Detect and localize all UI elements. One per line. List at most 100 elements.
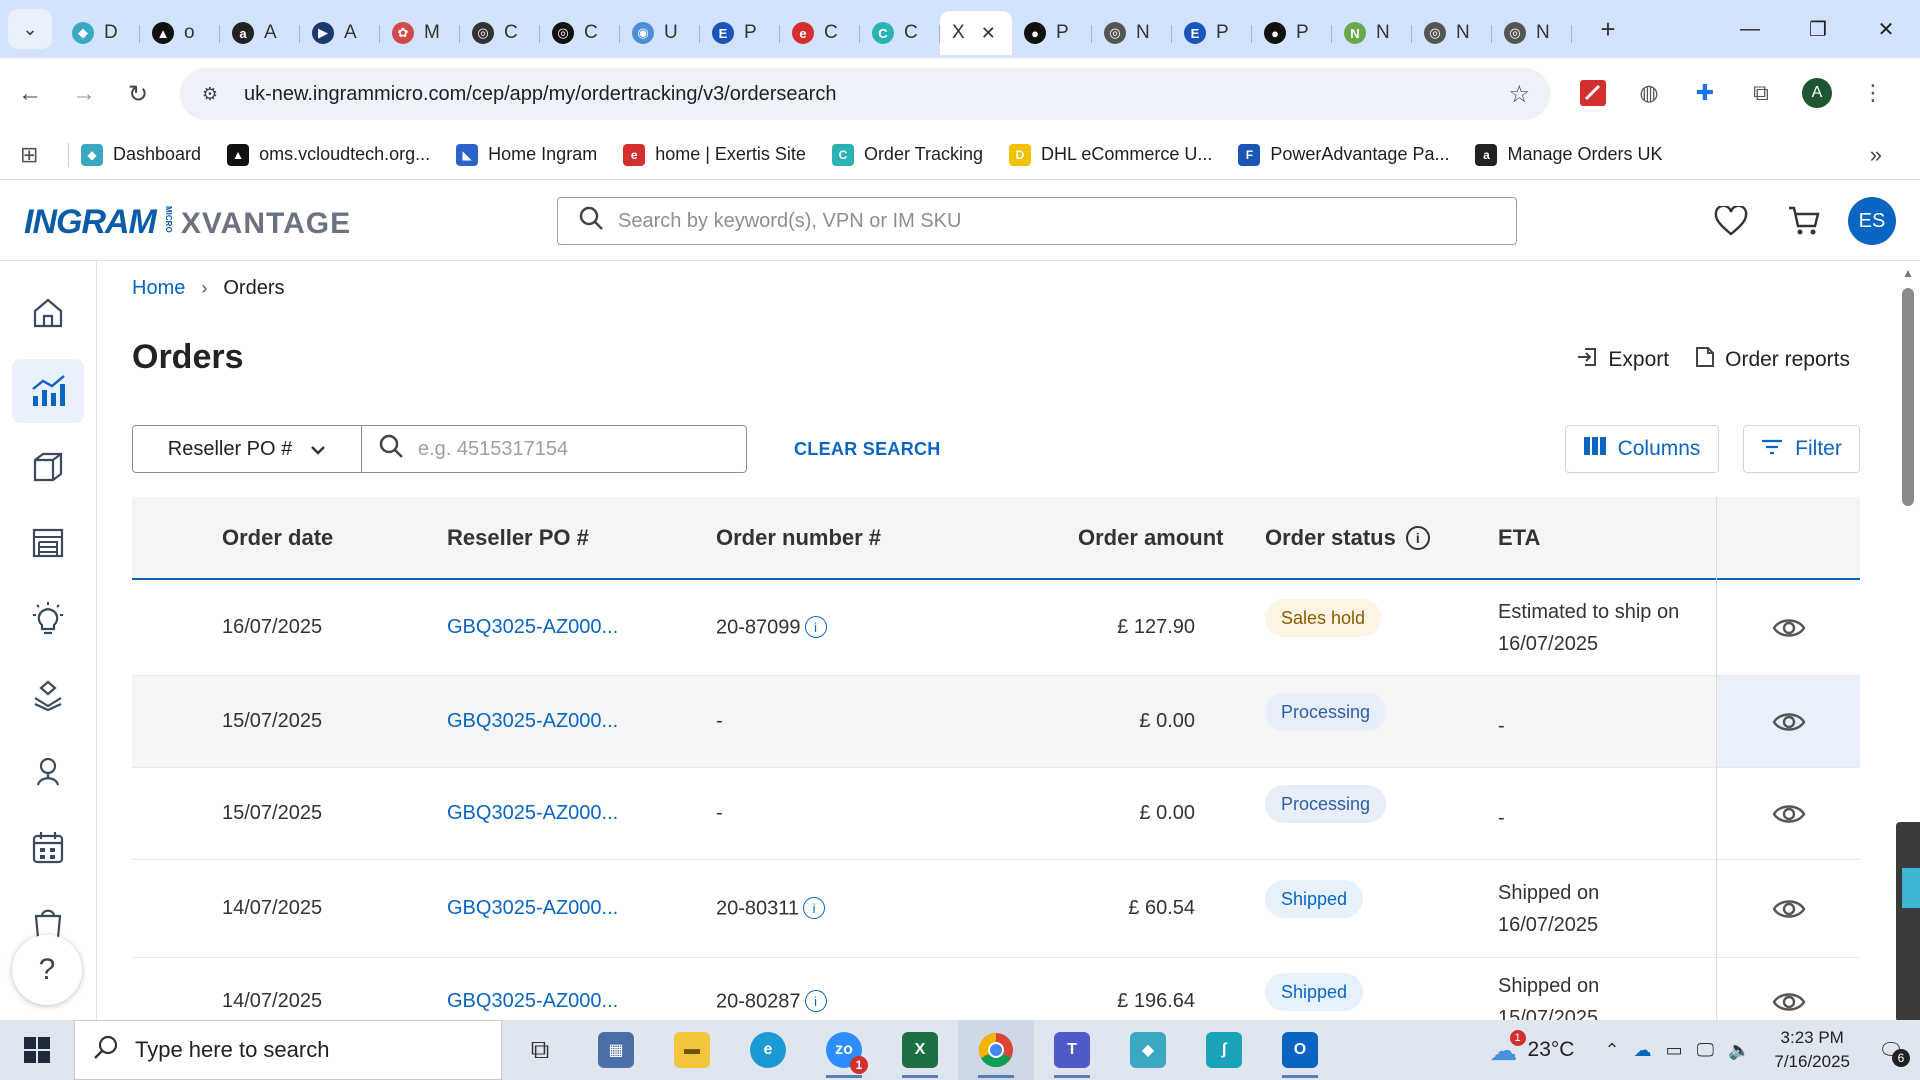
side-widget-tab[interactable]	[1896, 822, 1920, 1022]
scroll-up-arrow-icon[interactable]: ▲	[1902, 266, 1914, 280]
bookmark-item[interactable]: e home | Exertis Site	[623, 143, 806, 166]
ingram-xvantage-logo[interactable]: INGRAM MICRO XVANTAGE	[24, 203, 351, 242]
reload-button[interactable]: ↻	[114, 70, 162, 118]
site-info-icon[interactable]: ⚙	[192, 76, 228, 112]
clock[interactable]: 3:23 PM 7/16/2025	[1774, 1026, 1850, 1074]
table-row[interactable]: 15/07/2025 GBQ3025-AZ000... - £ 0.00 Process…	[132, 768, 1860, 860]
reseller-po-link[interactable]: GBQ3025-AZ000...	[447, 616, 618, 639]
restore-button[interactable]: ❐	[1784, 0, 1852, 58]
chrome-app-icon[interactable]	[958, 1020, 1034, 1080]
bookmark-item[interactable]: ▲ oms.vcloudtech.org...	[227, 143, 430, 166]
search-field-select[interactable]: Reseller PO #	[132, 425, 362, 473]
browser-tab[interactable]: ● P	[1012, 11, 1092, 55]
table-row[interactable]: 16/07/2025 GBQ3025-AZ000... 20-87099 i £ 127…	[132, 580, 1860, 676]
outlook-app-icon[interactable]: O	[1262, 1020, 1338, 1080]
zoom-app-icon[interactable]: zo 1	[806, 1020, 882, 1080]
nav-calendar-icon[interactable]	[12, 815, 84, 879]
apps-grid-icon[interactable]: ⊞	[20, 142, 60, 168]
browser-tab[interactable]: EP	[700, 11, 780, 55]
tab-close-icon[interactable]: ✕	[981, 23, 996, 44]
browser-tab[interactable]: ◆ D	[60, 11, 140, 55]
browser-tab[interactable]: ◎ N	[1492, 11, 1572, 55]
table-row[interactable]: 14/07/2025 GBQ3025-AZ000... 20-80311 i £ 60.…	[132, 860, 1860, 958]
view-order-eye-icon[interactable]	[1716, 860, 1860, 957]
browser-tab[interactable]: X ✕	[940, 11, 1012, 55]
nav-warehouse-icon[interactable]	[12, 511, 84, 575]
col-reseller-po[interactable]: Reseller PO #	[447, 525, 589, 551]
calculator-app-icon[interactable]: ▦	[578, 1020, 654, 1080]
nav-support-agent-icon[interactable]	[12, 739, 84, 803]
browser-tab[interactable]: aA	[220, 11, 300, 55]
bookmark-item[interactable]: C Order Tracking	[831, 143, 983, 166]
browser-tab[interactable]: ▶ A	[300, 11, 380, 55]
nav-products-box-icon[interactable]	[12, 435, 84, 499]
back-button[interactable]: ←	[6, 70, 54, 118]
order-info-icon[interactable]: i	[804, 616, 827, 638]
reseller-po-link[interactable]: GBQ3025-AZ000...	[447, 990, 618, 1013]
shield-extension-icon[interactable]: ✚	[1682, 70, 1728, 116]
browser-tab[interactable]: ◎ C	[460, 11, 540, 55]
more-bookmarks-icon[interactable]: »	[1870, 142, 1882, 168]
browser-tab[interactable]: ● P	[1252, 11, 1332, 55]
browser-tab[interactable]: ◎ N	[1412, 11, 1492, 55]
file-explorer-icon[interactable]: ▬	[654, 1020, 730, 1080]
user-avatar[interactable]: ES	[1848, 197, 1896, 245]
browser-tab[interactable]: CC	[860, 11, 940, 55]
forward-button[interactable]: →	[60, 70, 108, 118]
onedrive-cloud-icon[interactable]: ☁	[1634, 1040, 1652, 1061]
scrollbar-thumb[interactable]	[1902, 288, 1914, 506]
address-bar[interactable]: ⚙ uk-new.ingrammicro.com/cep/app/my/orde…	[180, 68, 1550, 120]
chevron-up-icon[interactable]: ⌃	[1604, 1040, 1619, 1061]
nav-analytics-icon[interactable]	[12, 359, 84, 423]
browser-tab[interactable]: ▲ o	[140, 11, 220, 55]
browser-tab[interactable]: ◉ U	[620, 11, 700, 55]
col-order-date[interactable]: Order date	[222, 525, 333, 551]
volume-icon[interactable]: 🔈	[1728, 1040, 1750, 1061]
taskbar-search-box[interactable]: Type here to search	[74, 1020, 502, 1080]
order-info-icon[interactable]: i	[804, 990, 827, 1012]
edge-browser-icon[interactable]: e	[730, 1020, 806, 1080]
bookmark-item[interactable]: F PowerAdvantage Pa...	[1238, 143, 1449, 166]
weather-widget[interactable]: ☁ 1 23°C	[1490, 1029, 1574, 1067]
browser-menu-icon[interactable]: ⋮	[1850, 70, 1896, 116]
filter-button[interactable]: Filter	[1743, 425, 1860, 473]
table-row[interactable]: 15/07/2025 GBQ3025-AZ000... - £ 0.00 Process…	[132, 676, 1860, 768]
browser-tab[interactable]: NN	[1332, 11, 1412, 55]
globe-extension-icon[interactable]: ◍	[1626, 70, 1672, 116]
nav-ideas-bulb-icon[interactable]	[12, 587, 84, 651]
bookmark-item[interactable]: D DHL eCommerce U...	[1008, 143, 1212, 166]
status-info-icon[interactable]: i	[1405, 526, 1430, 550]
col-order-status[interactable]: Order status i	[1265, 525, 1430, 551]
bookmark-item[interactable]: ◣ Home Ingram	[456, 143, 597, 166]
minimize-button[interactable]: —	[1716, 0, 1784, 58]
clear-search-button[interactable]: CLEAR SEARCH	[794, 439, 941, 460]
breadcrumb-home-link[interactable]: Home	[132, 277, 185, 300]
col-order-number[interactable]: Order number #	[716, 525, 881, 551]
order-search-box[interactable]	[361, 425, 747, 473]
view-order-eye-icon[interactable]	[1716, 768, 1860, 859]
nav-services-icon[interactable]	[12, 663, 84, 727]
favorites-heart-icon[interactable]	[1709, 199, 1753, 243]
reseller-po-link[interactable]: GBQ3025-AZ000...	[447, 710, 618, 733]
browser-tab[interactable]: eC	[780, 11, 860, 55]
reseller-po-link[interactable]: GBQ3025-AZ000...	[447, 897, 618, 920]
notifications-icon[interactable]: 🗨 6	[1868, 1027, 1914, 1073]
columns-button[interactable]: Columns	[1565, 425, 1719, 473]
browser-tab[interactable]: ◎ N	[1092, 11, 1172, 55]
excel-app-icon[interactable]: X	[882, 1020, 958, 1080]
task-view-icon[interactable]: ⧉	[502, 1020, 578, 1080]
col-eta[interactable]: ETA	[1498, 525, 1540, 551]
col-order-amount[interactable]: Order amount	[1078, 525, 1223, 551]
browser-tab[interactable]: ✿ M	[380, 11, 460, 55]
order-search-input[interactable]	[418, 437, 718, 461]
new-tab-button[interactable]: +	[1588, 9, 1628, 49]
blue-hex-app-icon[interactable]: ◆	[1110, 1020, 1186, 1080]
browser-tab[interactable]: ◎ C	[540, 11, 620, 55]
puzzle-extensions-icon[interactable]: ⧉	[1738, 70, 1784, 116]
order-info-icon[interactable]: i	[803, 897, 826, 919]
pdf-extension-icon[interactable]	[1570, 70, 1616, 116]
close-window-button[interactable]: ✕	[1852, 0, 1920, 58]
help-question-icon[interactable]: ?	[12, 935, 82, 1005]
script-app-icon[interactable]: ʃ	[1186, 1020, 1262, 1080]
order-reports-button[interactable]: Order reports	[1695, 346, 1850, 374]
